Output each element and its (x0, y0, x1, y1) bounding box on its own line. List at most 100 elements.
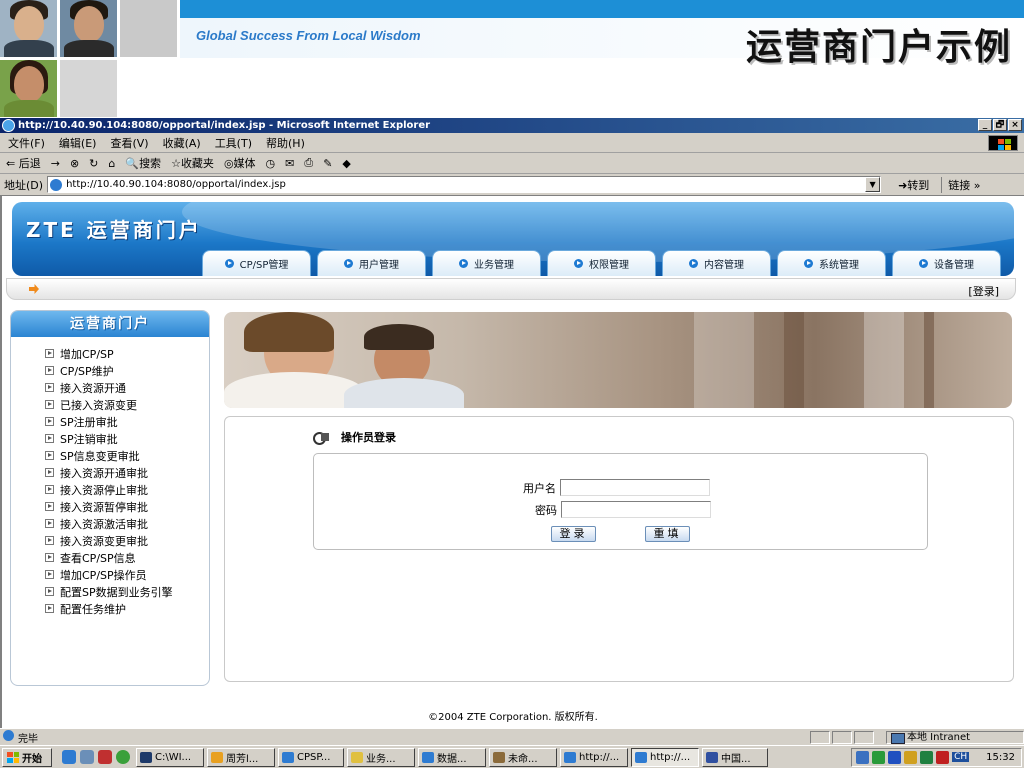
sidebar-item[interactable]: 增加CP/SP (45, 345, 209, 362)
address-value: http://10.40.90.104:8080/opportal/index.… (66, 179, 286, 190)
sidebar-item[interactable]: CP/SP维护 (45, 362, 209, 379)
task-button[interactable]: 数据... (418, 747, 486, 767)
search-button[interactable]: 🔍搜索 (125, 155, 161, 171)
desktop-quicklaunch-icon[interactable] (80, 750, 94, 764)
sidebar-item[interactable]: 接入资源停止审批 (45, 481, 209, 498)
history-button[interactable]: ◷ (266, 157, 276, 170)
mail-button[interactable]: ✉ (285, 157, 294, 170)
sidebar-item-label: SP信息变更审批 (60, 449, 140, 463)
links-button[interactable]: 链接 » (941, 176, 981, 193)
tab-bullet-icon (224, 259, 234, 268)
tab-devices[interactable]: 设备管理 (892, 250, 1001, 276)
shield-icon[interactable] (888, 750, 902, 764)
ie-title-bar[interactable]: http://10.40.90.104:8080/opportal/index.… (0, 118, 1024, 133)
task-button[interactable]: CPSP... (278, 747, 344, 767)
messenger-button[interactable]: ◆ (342, 157, 350, 170)
task-button[interactable]: 中国... (702, 747, 768, 767)
favorites-button[interactable]: ☆收藏夹 (171, 155, 214, 171)
address-label: 地址(D) (4, 178, 44, 192)
sidebar-item[interactable]: 接入资源暂停审批 (45, 498, 209, 515)
speaker-icon[interactable] (904, 750, 918, 764)
web-page: ZTE 运营商门户 CP/SP管理 用户管理 业务管理 权限管理 内容管理 系统… (0, 196, 1024, 728)
edit-button[interactable]: ✎ (323, 157, 332, 170)
tab-permissions[interactable]: 权限管理 (547, 250, 656, 276)
task-button[interactable]: C:\WI... (136, 747, 204, 767)
ime-icon[interactable] (936, 750, 950, 764)
task-button[interactable]: 周芳l... (207, 747, 275, 767)
messenger-icon[interactable] (872, 750, 886, 764)
expand-icon (45, 553, 54, 562)
sidebar-item[interactable]: 接入资源开通审批 (45, 464, 209, 481)
sidebar-item[interactable]: SP信息变更审批 (45, 447, 209, 464)
username-field[interactable] (560, 479, 710, 496)
sidebar-item[interactable]: 配置SP数据到业务引擎 (45, 583, 209, 600)
ie-quicklaunch-icon[interactable] (62, 750, 76, 764)
task-button-active[interactable]: http://... (631, 747, 699, 767)
sidebar-item-label: 已接入资源变更 (60, 398, 137, 412)
refresh-button[interactable]: ↻ (89, 157, 98, 170)
password-field[interactable] (561, 501, 711, 518)
minimize-button[interactable]: _ (978, 119, 992, 131)
sidebar-item[interactable]: SP注销审批 (45, 430, 209, 447)
sidebar-item-label: 配置任务维护 (60, 602, 126, 616)
clock: 15:32 (986, 751, 1015, 763)
sidebar-item[interactable]: 已接入资源变更 (45, 396, 209, 413)
login-button[interactable]: 登录 (551, 526, 596, 542)
sidebar-item[interactable]: SP注册审批 (45, 413, 209, 430)
tray-app-icon[interactable] (920, 750, 934, 764)
goto-button[interactable]: ➜转到 (898, 177, 929, 193)
tab-users[interactable]: 用户管理 (317, 250, 426, 276)
forward-button[interactable]: → (51, 157, 60, 170)
stop-button[interactable]: ⊗ (70, 157, 79, 170)
portal-brand: ZTE 运营商门户 (26, 218, 202, 242)
sidebar-item[interactable]: 接入资源开通 (45, 379, 209, 396)
login-link[interactable]: [登录] (968, 283, 999, 299)
sub-bar: [登录] (6, 278, 1016, 300)
ime-indicator[interactable]: CH (952, 752, 970, 762)
tab-services[interactable]: 业务管理 (432, 250, 541, 276)
menu-favorites[interactable]: 收藏(A) (163, 135, 201, 151)
address-dropdown-button[interactable]: ▼ (865, 177, 881, 192)
task-button[interactable]: 未命... (489, 747, 557, 767)
sidebar-item[interactable]: 增加CP/SP操作员 (45, 566, 209, 583)
media-icon: ◎ (223, 157, 234, 170)
tab-system[interactable]: 系统管理 (777, 250, 886, 276)
home-button[interactable]: ⌂ (108, 157, 115, 170)
sidebar-title: 运营商门户 (11, 311, 209, 337)
login-panel: 操作员登录 用户名 密码 登录 重填 (224, 416, 1014, 682)
start-button[interactable]: 开始 (2, 747, 52, 767)
media-button[interactable]: ◎媒体 (224, 155, 256, 171)
back-button[interactable]: ⇐ 后退 (6, 155, 41, 171)
username-row: 用户名 (523, 479, 710, 496)
restore-button[interactable]: 🗗 (993, 119, 1007, 131)
print-button[interactable]: ⎙ (304, 156, 313, 170)
tab-bullet-icon (689, 259, 698, 268)
app-quicklaunch-icon[interactable] (116, 750, 130, 764)
menu-help[interactable]: 帮助(H) (266, 135, 305, 151)
expand-icon (45, 417, 54, 426)
sidebar-item[interactable]: 接入资源激活审批 (45, 515, 209, 532)
sidebar-item-label: 接入资源停止审批 (60, 483, 148, 497)
sidebar-item-label: CP/SP维护 (60, 364, 114, 378)
sidebar-item[interactable]: 配置任务维护 (45, 600, 209, 617)
tab-cp-sp[interactable]: CP/SP管理 (202, 250, 311, 276)
portal-banner: ZTE 运营商门户 CP/SP管理 用户管理 业务管理 权限管理 内容管理 系统… (12, 202, 1014, 276)
reset-button[interactable]: 重填 (645, 526, 690, 542)
outlook-quicklaunch-icon[interactable] (98, 750, 112, 764)
windows-logo-icon (988, 135, 1018, 151)
menu-file[interactable]: 文件(F) (8, 135, 45, 151)
tab-content[interactable]: 内容管理 (662, 250, 771, 276)
task-button[interactable]: http://... (560, 747, 628, 767)
close-button[interactable]: × (1008, 119, 1022, 131)
network-icon[interactable] (856, 750, 870, 764)
sidebar: 运营商门户 增加CP/SP CP/SP维护 接入资源开通 已接入资源变更 SP注… (10, 310, 210, 686)
task-button[interactable]: 业务... (347, 747, 415, 767)
blank-photo (120, 0, 177, 57)
address-input[interactable]: http://10.40.90.104:8080/opportal/index.… (47, 176, 882, 193)
menu-tools[interactable]: 工具(T) (215, 135, 252, 151)
sidebar-item[interactable]: 查看CP/SP信息 (45, 549, 209, 566)
sidebar-item[interactable]: 接入资源变更审批 (45, 532, 209, 549)
menu-edit[interactable]: 编辑(E) (59, 135, 97, 151)
menu-view[interactable]: 查看(V) (110, 135, 148, 151)
goto-icon: ➜ (898, 178, 908, 192)
